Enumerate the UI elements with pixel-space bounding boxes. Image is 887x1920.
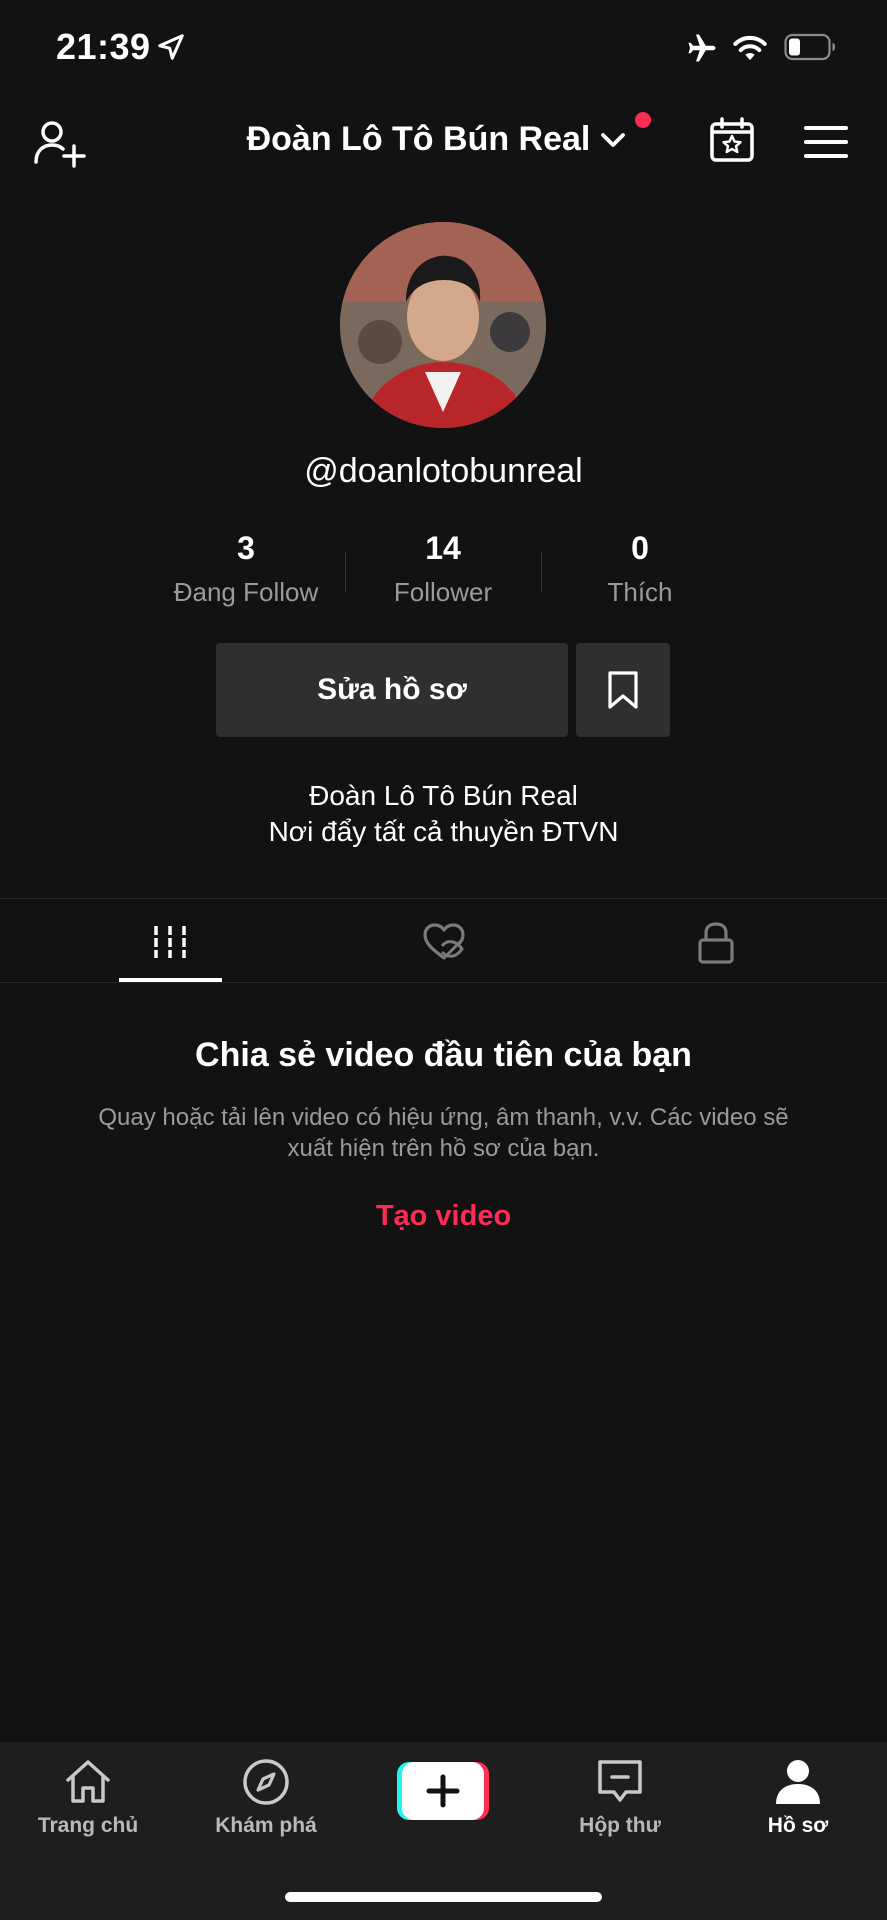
create-video-link[interactable]: Tạo video <box>0 1200 887 1233</box>
following-stat[interactable]: 3 Đang Follow <box>146 530 346 608</box>
inbox-icon <box>598 1760 642 1802</box>
favorites-button[interactable] <box>576 643 670 737</box>
empty-state-title: Chia sẻ video đầu tiên của bạn <box>195 1036 692 1074</box>
wifi-icon <box>733 35 767 61</box>
bookmark-icon <box>608 671 638 709</box>
nav-label: Trang chủ <box>37 1814 139 1837</box>
tabs-divider <box>0 898 887 899</box>
nav-label: Khám phá <box>215 1814 317 1837</box>
create-icon[interactable] <box>397 1762 489 1820</box>
battery-icon <box>784 33 835 61</box>
menu-icon[interactable] <box>802 122 850 162</box>
status-time: 21:39 <box>56 26 151 67</box>
bio-line: Nơi đẩy tất cả thuyền ĐTVN <box>268 816 619 847</box>
nav-profile[interactable]: Hồ sơ <box>728 1756 868 1838</box>
compass-icon <box>243 1759 289 1805</box>
lock-icon[interactable] <box>692 918 740 966</box>
location-arrow-icon <box>158 34 184 60</box>
followers-stat[interactable]: 14 Follower <box>343 530 543 608</box>
avatar[interactable] <box>340 222 546 428</box>
liked-hidden-icon[interactable] <box>420 918 468 966</box>
followers-count: 14 <box>425 530 461 566</box>
likes-stat[interactable]: 0 Thích <box>540 530 740 608</box>
notification-dot <box>635 112 651 128</box>
chevron-down-icon <box>601 132 626 147</box>
nav-discover[interactable]: Khám phá <box>196 1756 336 1838</box>
home-indicator <box>285 1892 602 1902</box>
empty-state-description: Quay hoặc tải lên video có hiệu ứng, âm … <box>98 1104 789 1162</box>
grid-icon[interactable] <box>146 918 194 966</box>
following-label: Đang Follow <box>173 577 319 607</box>
likes-label: Thích <box>607 577 673 607</box>
nav-label: Hồ sơ <box>767 1814 829 1837</box>
account-name: Đoàn Lô Tô Bún Real <box>246 120 591 158</box>
calendar-star-icon[interactable] <box>708 116 756 164</box>
bio-line: Đoàn Lô Tô Bún Real <box>309 780 578 811</box>
nav-home[interactable]: Trang chủ <box>18 1756 158 1838</box>
following-count: 3 <box>237 530 255 566</box>
home-icon <box>66 1760 110 1803</box>
followers-label: Follower <box>393 577 493 607</box>
username: @doanlotobunreal <box>304 452 583 490</box>
nav-inbox[interactable]: Hộp thư <box>550 1756 690 1838</box>
likes-count: 0 <box>631 530 649 566</box>
profile-icon <box>776 1760 820 1804</box>
tabs-divider <box>0 982 887 983</box>
avatar-image <box>340 222 546 428</box>
airplane-mode-icon <box>688 34 716 62</box>
nav-label: Hộp thư <box>579 1814 661 1837</box>
edit-profile-button[interactable]: Sửa hồ sơ <box>216 643 568 737</box>
